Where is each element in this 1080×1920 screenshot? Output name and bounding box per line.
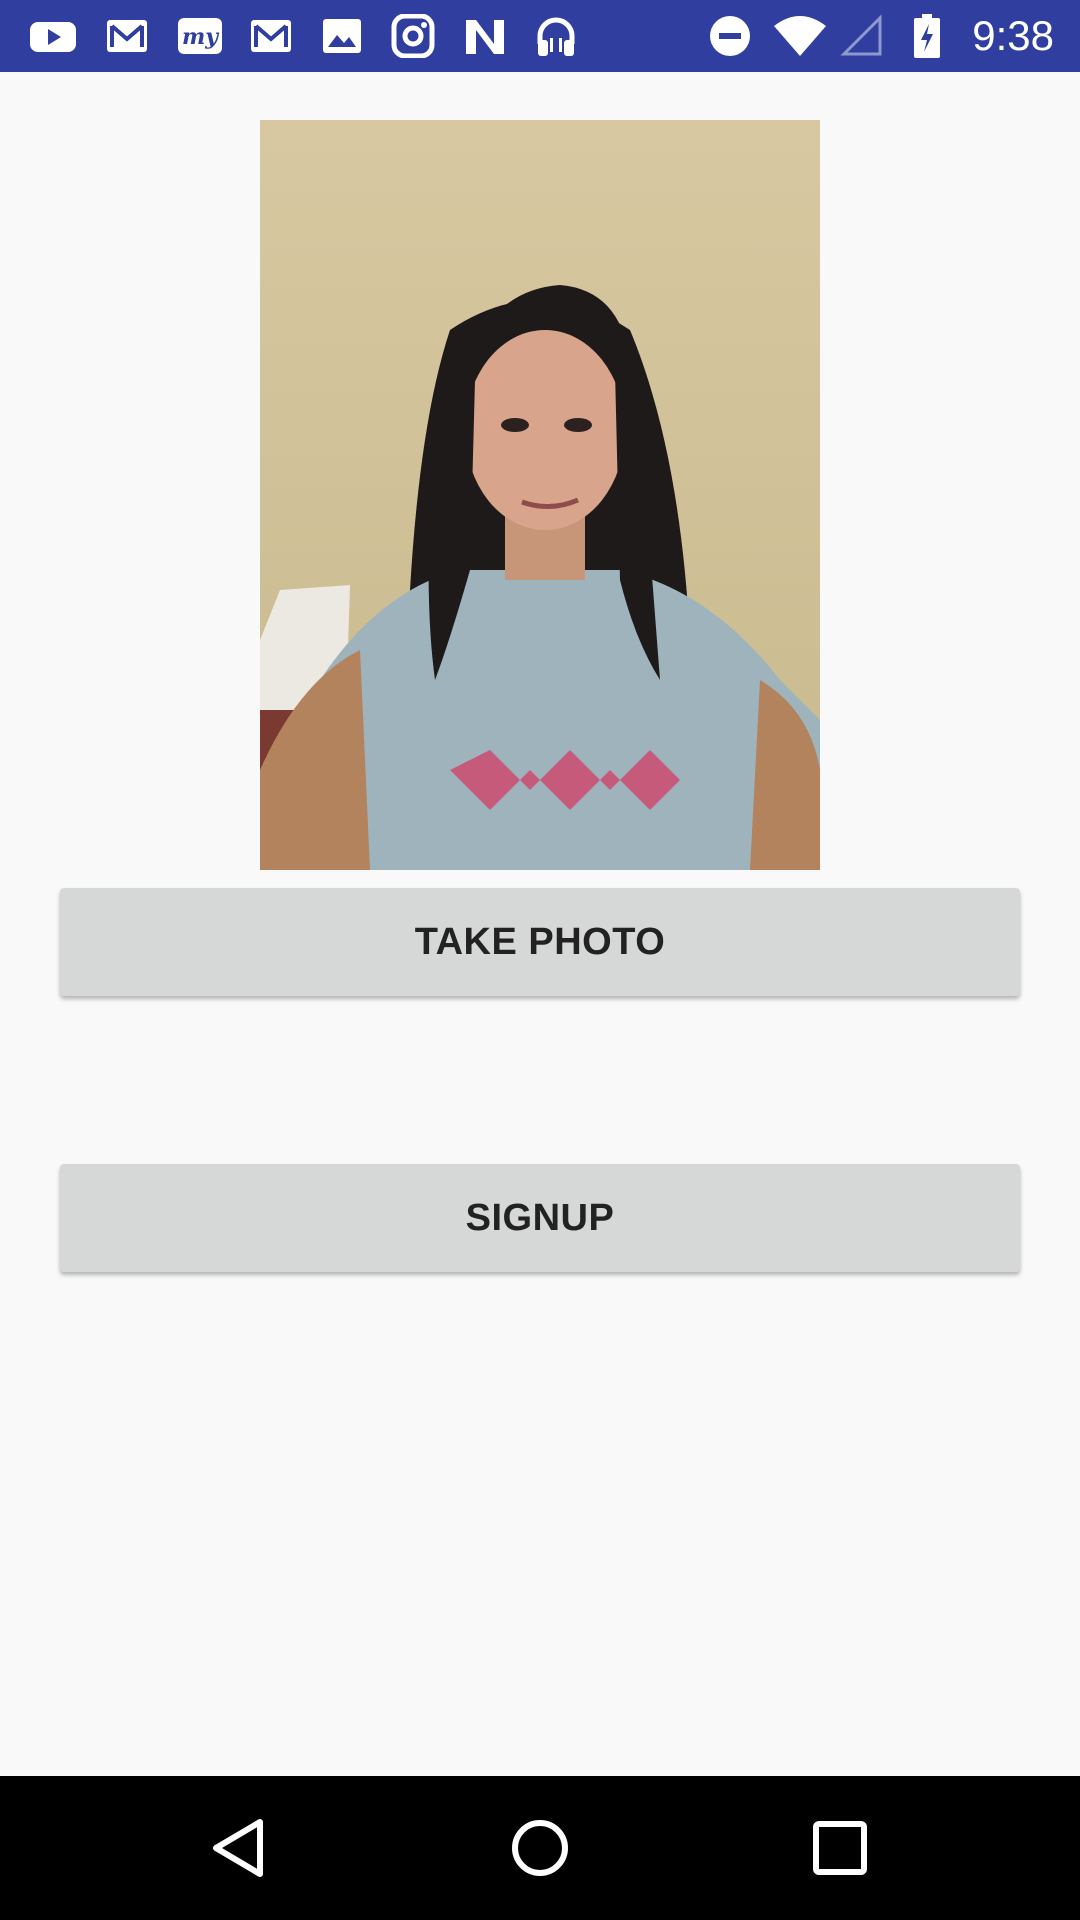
headphones-icon — [537, 17, 575, 56]
do-not-disturb-icon — [710, 16, 750, 56]
gallery-icon — [323, 19, 361, 53]
status-bar: my 9:38 — [0, 0, 1080, 72]
signup-button[interactable]: SIGNUP — [60, 1164, 1020, 1272]
status-time: 9:38 — [972, 12, 1054, 59]
wifi-icon — [774, 16, 826, 56]
cellular-signal-icon — [840, 14, 882, 56]
youtube-icon — [30, 22, 76, 52]
captured-photo — [260, 120, 820, 870]
battery-icon — [914, 14, 940, 58]
gmail-icon — [107, 20, 147, 52]
back-icon[interactable] — [204, 1812, 276, 1884]
svg-text:my: my — [182, 24, 220, 50]
my-app-icon: my — [178, 18, 222, 54]
selfie-image — [260, 120, 820, 870]
nfc-icon — [466, 20, 504, 54]
take-photo-button[interactable]: TAKE PHOTO — [60, 888, 1020, 996]
instagram-icon — [391, 14, 435, 58]
gmail-icon — [251, 20, 291, 52]
home-icon[interactable] — [504, 1812, 576, 1884]
recents-icon[interactable] — [804, 1812, 876, 1884]
navigation-bar — [0, 1776, 1080, 1920]
